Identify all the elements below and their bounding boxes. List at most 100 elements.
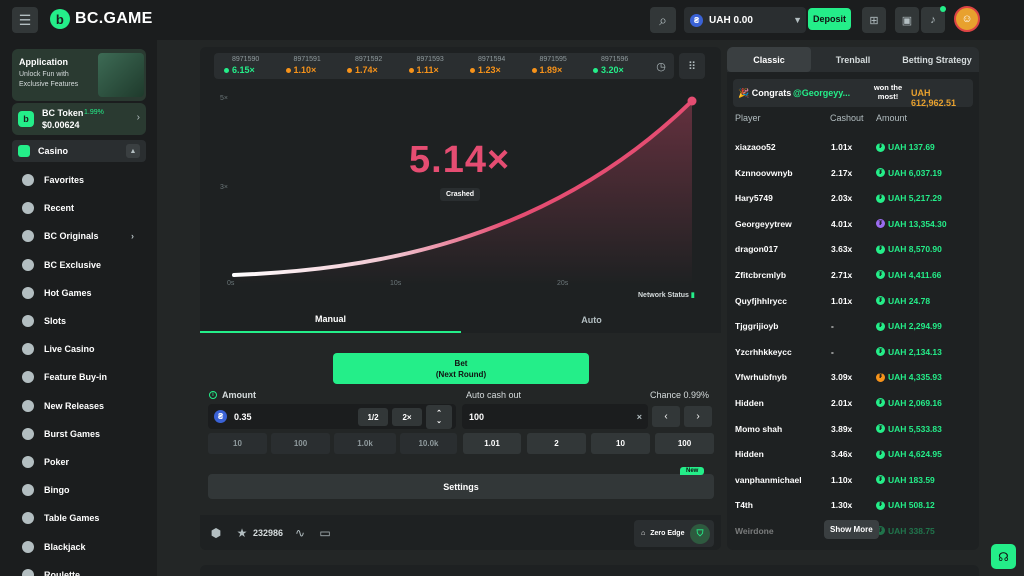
grid-icon[interactable]: ⠿ [679,53,705,79]
x-tick-10: 10s [390,280,402,287]
chat-icon[interactable]: ▣ [895,7,919,33]
gift-icon[interactable]: ⊞ [862,7,886,33]
info-icon[interactable]: i [209,391,217,399]
sidebar-item-poker[interactable]: Poker [12,448,146,476]
sidebar-item-roulette[interactable]: Roulette [12,561,146,576]
fairness-icon[interactable]: ⬢ [208,525,224,541]
bet-button[interactable]: Bet (Next Round) [333,353,589,384]
bc-token-card[interactable]: b BC Token 1.99% $0.00624 › [12,103,146,135]
sidebar-item-live-casino[interactable]: Live Casino [12,335,146,363]
sidebar-item-label: Live Casino [44,344,95,355]
x-tick-20: 20s [557,280,569,287]
deposit-button[interactable]: Deposit [808,8,851,30]
multiply-icon: × [636,411,642,422]
history-item[interactable]: 8971590 6.15× [224,56,279,76]
chevron-right-icon[interactable]: › [684,406,712,427]
autocash-preset-2[interactable]: 2 [527,433,586,454]
player-name[interactable]: xiazaoo52 [735,142,776,152]
sidebar-item-bc-originals[interactable]: BC Originals › [12,222,146,250]
player-name[interactable]: Momo shah [735,424,782,434]
player-name[interactable]: Tjggrijioyb [735,321,778,331]
rocket-icon [22,399,34,412]
autocash-input[interactable]: 100 × [462,404,648,429]
player-name[interactable]: Weirdone [735,526,774,536]
preset-10[interactable]: 10 [208,433,267,454]
bet-amount: ₮ UAH 2,069.16 [876,398,942,408]
y-tick-3: 3× [220,184,228,191]
player-name[interactable]: Hary5749 [735,193,773,203]
zero-edge-badge[interactable]: ⌂ Zero Edge ⛉ [634,520,714,547]
logo[interactable]: b BC.GAME [50,9,153,29]
bet-controls: Bet (Next Round) i Amount Auto cash out … [200,333,721,515]
tab-betting-strategy[interactable]: Betting Strategy [895,47,979,72]
history-item[interactable]: 8971593 1.11× [408,56,464,76]
burst-icon [22,427,34,440]
blackjack-icon [22,540,34,553]
tab-auto[interactable]: Auto [461,306,721,333]
tab-classic[interactable]: Classic [727,47,811,72]
player-name[interactable]: Hidden [735,449,764,459]
history-item[interactable]: 8971596 3.20× [593,56,648,76]
history-clock-icon[interactable]: ◷ [648,53,674,79]
sidebar-item-label: New Releases [44,400,105,411]
player-name[interactable]: T4th [735,500,753,510]
half-button[interactable]: 1/2 [358,408,388,426]
favorite-star-icon[interactable]: ★ [234,525,250,541]
bet-amount: ₮ UAH 5,533.83 [876,424,942,434]
sidebar-item-slots[interactable]: Slots [12,307,146,335]
sidebar-item-burst-games[interactable]: Burst Games [12,420,146,448]
clock-icon [22,202,34,215]
player-name[interactable]: Quyfjhhlrycc [735,296,787,306]
player-name[interactable]: Georgeyytrew [735,219,792,229]
network-status[interactable]: Network Status ▮ [638,291,695,299]
sidebar-item-bingo[interactable]: Bingo [12,476,146,504]
autocash-preset-10[interactable]: 10 [591,433,650,454]
search-icon[interactable]: ⌕ [650,7,676,33]
history-item[interactable]: 8971594 1.23× [470,56,525,76]
sidebar-item-blackjack[interactable]: Blackjack [12,532,146,560]
player-name[interactable]: Zfitcbrcmlyb [735,270,786,280]
preset-100[interactable]: 100 [271,433,330,454]
autocash-preset-1-01[interactable]: 1.01 [463,433,521,454]
tab-manual[interactable]: Manual [200,306,461,333]
sidebar-item-recent[interactable]: Recent [12,194,146,222]
stats-icon[interactable]: ∿ [292,525,308,541]
player-name[interactable]: Vfwrhubfnyb [735,372,787,382]
sidebar-item-bc-exclusive[interactable]: BC Exclusive [12,251,146,279]
show-more-button[interactable]: Show More [824,520,879,539]
menu-icon[interactable]: ☰ [12,7,38,33]
sidebar-item-label: Burst Games [44,428,101,439]
sidebar-item-favorites[interactable]: Favorites [12,166,146,194]
casino-section-header[interactable]: Casino ▲ [12,140,146,162]
tab-trenball[interactable]: Trenball [811,47,895,72]
chevron-up-icon[interactable]: ▲ [126,144,140,158]
sidebar-item-table-games[interactable]: Table Games [12,504,146,532]
bet-amount-text: UAH 137.69 [888,142,935,152]
settings-button[interactable]: Settings [208,474,714,499]
autocash-preset-100[interactable]: 100 [655,433,714,454]
cashout-value: 2.17x [831,167,853,178]
player-name[interactable]: Hidden [735,398,764,408]
stepper-icon[interactable]: ⌃ ⌄ [426,405,452,429]
player-name[interactable]: Yzcrhhkkeycc [735,347,792,357]
sidebar-item-new-releases[interactable]: New Releases [12,392,146,420]
wallet-selector[interactable]: ₴ UAH 0.00 ▼ [684,7,806,33]
history-item[interactable]: 8971592 1.74× [347,56,402,76]
player-name[interactable]: dragon017 [735,244,778,254]
support-headset-icon[interactable]: ☊ [991,544,1016,569]
sidebar-item-hot-games[interactable]: Hot Games [12,279,146,307]
preset-10k[interactable]: 10.0k [400,433,457,454]
chevron-left-icon[interactable]: ‹ [652,406,680,427]
player-name[interactable]: vanphanmichael [735,475,802,485]
app-promo-card[interactable]: Application Unlock Fun with Exclusive Fe… [12,49,146,101]
history-item[interactable]: 8971595 1.89× [531,56,587,76]
history-item[interactable]: 8971591 1.10× [285,56,341,76]
player-name[interactable]: Kznnoovwnyb [735,168,793,178]
sidebar-item-feature-buy-in[interactable]: Feature Buy-in [12,363,146,391]
theater-mode-icon[interactable]: ▭ [317,525,333,541]
avatar[interactable]: ☺ [954,6,980,32]
winner-name[interactable]: @Georgeyy... [793,88,850,98]
poker-icon [22,455,34,468]
preset-1k[interactable]: 1.0k [334,433,396,454]
double-button[interactable]: 2× [392,408,422,426]
